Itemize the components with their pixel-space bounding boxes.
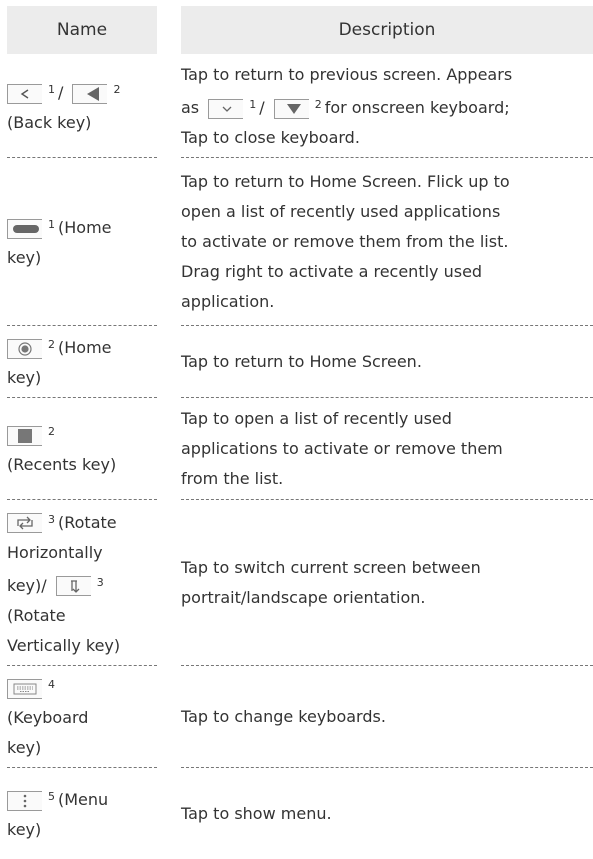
rotate-vertical-icon: [55, 576, 91, 596]
table-row-keyboard-key: 4 (Keyboard key) Tap to change keyboards…: [7, 666, 593, 768]
table-row-menu-key: 5 (Menu key) Tap to show menu.: [7, 768, 593, 859]
name-cell: 1/ 2 (Back key): [7, 56, 157, 158]
description-cell: Tap to change keyboards.: [181, 666, 593, 768]
description-cell: Tap to switch current screen between por…: [181, 500, 593, 666]
back-triangle-icon: [72, 83, 108, 104]
menu-dots-icon: [7, 790, 42, 811]
header-description: Description: [181, 6, 593, 54]
table-row-home-key: 1 (Home key) Tap to return to Home Screen…: [7, 158, 593, 326]
home-pill-icon: [7, 218, 42, 239]
chevron-down-icon: [208, 98, 244, 119]
home-circle-icon: [7, 338, 42, 359]
table-row-recents-key: 2 (Recents key) Tap to open a list of re…: [7, 398, 593, 500]
name-cell: 1 (Home key): [7, 158, 157, 326]
name-cell: 2 (Recents key): [7, 398, 157, 500]
recents-square-icon: [7, 425, 42, 446]
table-row-rotate-keys: 3 (Rotate Horizontally key)/ 3 (Rotate Ve…: [7, 500, 593, 666]
table-row-home-key-circle: 2 (Home key) Tap to return to Home Screen…: [7, 326, 593, 398]
header-name: Name: [7, 6, 157, 54]
rotate-horizontal-icon: [7, 513, 42, 533]
triangle-down-icon: [273, 98, 309, 119]
keyboard-icon: [7, 678, 42, 699]
table-row-back-key: 1/ 2 (Back key) Tap to return to previou…: [7, 56, 593, 158]
description-cell: Tap to return to Home Screen.: [181, 326, 593, 398]
name-cell: 4 (Keyboard key): [7, 666, 157, 768]
description-cell: Tap to return to previous screen. Appear…: [181, 56, 593, 158]
description-cell: Tap to return to Home Screen. Flick up t…: [181, 158, 593, 326]
name-cell: 3 (Rotate Horizontally key)/ 3 (Rotate Ve…: [7, 500, 157, 666]
back-arrow-icon: [7, 83, 42, 104]
description-cell: Tap to open a list of recently used appl…: [181, 398, 593, 500]
name-cell: 5 (Menu key): [7, 790, 109, 839]
description-cell: Tap to show menu.: [181, 803, 332, 823]
back-key-label: (Back key): [7, 113, 92, 132]
name-cell: 2 (Home key): [7, 326, 157, 398]
